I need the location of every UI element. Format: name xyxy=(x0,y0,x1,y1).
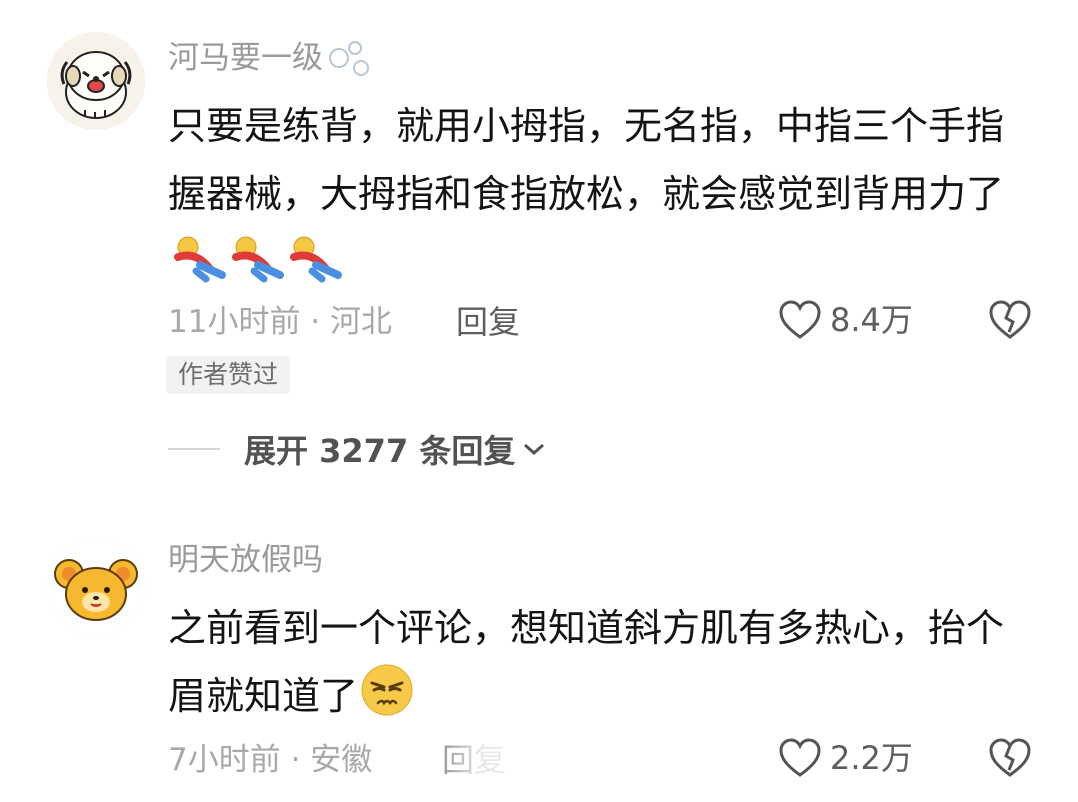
like-count: 2.2万 xyxy=(830,739,913,777)
expand-replies-label: 展开 3277 条回复 xyxy=(244,432,516,470)
comment-body: 之前看到一个评论，想知道斜方肌有多热心，抬个眉就知道了 xyxy=(168,606,1005,718)
like-button[interactable]: 8.4万 xyxy=(778,300,913,340)
heart-icon xyxy=(779,738,821,777)
expand-replies-button[interactable]: 展开 3277 条回复 xyxy=(168,426,547,472)
comment-text: 只要是练背，就用小拇指，无名指，中指三个手指握器械，大拇指和食指放松，就会感觉到… xyxy=(168,92,1028,304)
time-location: 7小时前 · 安徽 xyxy=(168,742,373,778)
bear-avatar-icon xyxy=(47,538,145,636)
divider xyxy=(168,448,220,450)
bubbles-icon xyxy=(329,41,369,76)
reply-button[interactable]: 回复 xyxy=(456,302,520,342)
frowning-face-emoji-icon xyxy=(360,663,414,738)
broken-heart-icon xyxy=(989,738,1031,777)
username[interactable]: 明天放假吗 xyxy=(168,540,323,580)
dislike-button[interactable] xyxy=(988,300,1032,344)
avatar[interactable] xyxy=(47,32,145,130)
like-count: 8.4万 xyxy=(830,301,913,339)
avatar[interactable] xyxy=(47,538,145,636)
like-button[interactable]: 2.2万 xyxy=(778,738,913,778)
broken-heart-icon xyxy=(989,300,1031,339)
dislike-button[interactable] xyxy=(988,738,1032,782)
username-row: 河马要一级 xyxy=(168,38,375,78)
fallen-figure-emoji-icon xyxy=(170,235,344,304)
username[interactable]: 河马要一级 xyxy=(168,38,323,78)
comment-body: 只要是练背，就用小拇指，无名指，中指三个手指握器械，大拇指和食指放松，就会感觉到… xyxy=(168,104,1005,216)
comment-text: 之前看到一个评论，想知道斜方肌有多热心，抬个眉就知道了 xyxy=(168,594,1028,738)
heart-icon xyxy=(779,300,821,339)
time-location: 11小时前 · 河北 xyxy=(168,304,393,340)
author-liked-tag: 作者赞过 xyxy=(166,356,291,394)
puppy-avatar-icon xyxy=(47,32,145,130)
watermark-fade xyxy=(415,732,675,802)
chevron-down-icon xyxy=(524,443,545,456)
